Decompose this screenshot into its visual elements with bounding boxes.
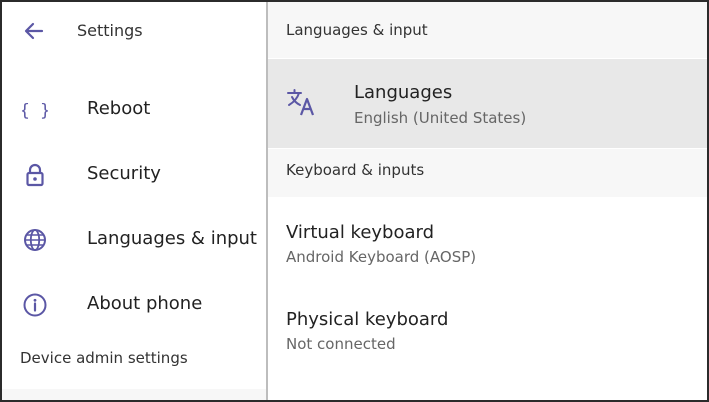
physical-keyboard-subtitle: Not connected <box>286 335 396 353</box>
svg-text:{ }: { } <box>22 101 48 121</box>
globe-icon <box>21 226 49 254</box>
translate-icon <box>287 89 315 116</box>
physical-keyboard-item[interactable]: Physical keyboard Not connected <box>268 285 707 371</box>
back-button[interactable] <box>20 17 48 45</box>
main-header: Languages & input <box>268 2 707 58</box>
sidebar-item-label: Security <box>87 163 161 184</box>
sidebar-item-reboot[interactable]: { } Reboot <box>2 78 266 143</box>
settings-window: Settings { } Reboot <box>0 0 709 402</box>
device-admin-label: Device admin settings <box>20 349 188 367</box>
main-pane: Languages & input Languages English (Uni… <box>268 2 707 400</box>
lock-icon <box>21 161 49 189</box>
sidebar-item-security[interactable]: Security <box>2 143 266 208</box>
keyboard-section-header: Keyboard & inputs <box>268 149 707 197</box>
sidebar-nav: { } Reboot Security <box>2 60 266 338</box>
sidebar-item-languages[interactable]: Languages & input <box>2 208 266 273</box>
sidebar-item-about-phone[interactable]: About phone <box>2 273 266 338</box>
sidebar-header: Settings <box>2 2 266 60</box>
virtual-keyboard-item[interactable]: Virtual keyboard Android Keyboard (AOSP) <box>268 198 707 284</box>
languages-title: Languages <box>354 82 453 103</box>
page-title: Settings <box>77 21 143 40</box>
languages-item[interactable]: Languages English (United States) <box>268 59 707 148</box>
device-admin-settings-item[interactable]: Device admin settings <box>2 337 266 389</box>
section-title: Keyboard & inputs <box>286 161 425 179</box>
virtual-keyboard-subtitle: Android Keyboard (AOSP) <box>286 248 477 266</box>
virtual-keyboard-title: Virtual keyboard <box>286 222 435 243</box>
info-icon <box>21 291 49 319</box>
sidebar-item-label: Languages & input <box>87 228 257 249</box>
main-title: Languages & input <box>286 21 428 39</box>
sidebar-item-label: Reboot <box>87 98 151 119</box>
physical-keyboard-title: Physical keyboard <box>286 309 449 330</box>
sidebar: Settings { } Reboot <box>2 2 266 400</box>
arrow-left-icon <box>24 22 44 40</box>
sidebar-item-label: About phone <box>87 293 203 314</box>
languages-subtitle: English (United States) <box>354 109 527 127</box>
braces-icon: { } <box>21 96 49 124</box>
